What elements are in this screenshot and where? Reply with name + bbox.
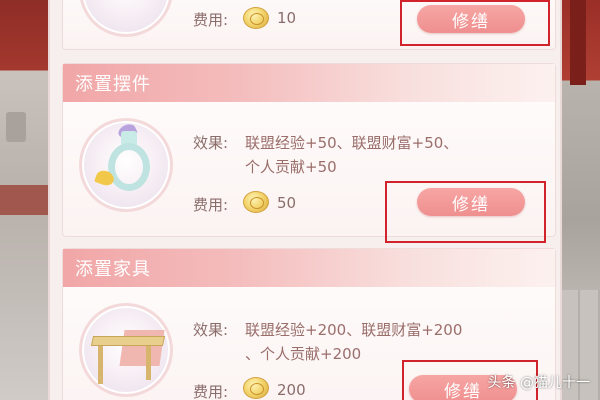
item-icon-desk: [79, 303, 173, 397]
desk-leg: [98, 346, 103, 384]
cost-value: 200: [277, 381, 306, 399]
red-pillar: [570, 0, 586, 85]
effect-text-line2: 个人贡献+50: [245, 158, 337, 176]
highlight-box: [385, 181, 546, 243]
highlight-box: [400, 0, 550, 46]
cost-value: 50: [277, 194, 297, 212]
watermark: 头条 @猫儿十一: [487, 375, 590, 391]
desk-icon: [90, 336, 166, 346]
effect-text-line1: 联盟经验+50、联盟财富+50、: [245, 134, 459, 152]
vase-icon: [108, 143, 150, 191]
effect-label: 效果:: [193, 321, 229, 339]
cost-label: 费用:: [193, 383, 229, 400]
effect-text-line2: 、个人贡献+200: [245, 345, 362, 363]
coin-icon: [243, 377, 269, 399]
cost-value: 10: [277, 9, 297, 27]
item-icon-vase: [79, 118, 173, 212]
effect-text-line1: 联盟经验+200、联盟财富+200: [245, 321, 463, 339]
cost-label: 费用:: [193, 196, 229, 214]
coin-icon: [243, 191, 269, 213]
cost-label: 费用:: [193, 11, 229, 29]
card-title: 添置家具: [63, 249, 555, 287]
effect-label: 效果:: [193, 134, 229, 152]
item-icon-pot: [79, 0, 173, 37]
stone-lantern: [6, 112, 26, 142]
card-title: 添置摆件: [63, 64, 555, 102]
coin-icon: [243, 7, 269, 29]
red-railing: [0, 185, 50, 215]
desk-leg: [146, 346, 151, 380]
